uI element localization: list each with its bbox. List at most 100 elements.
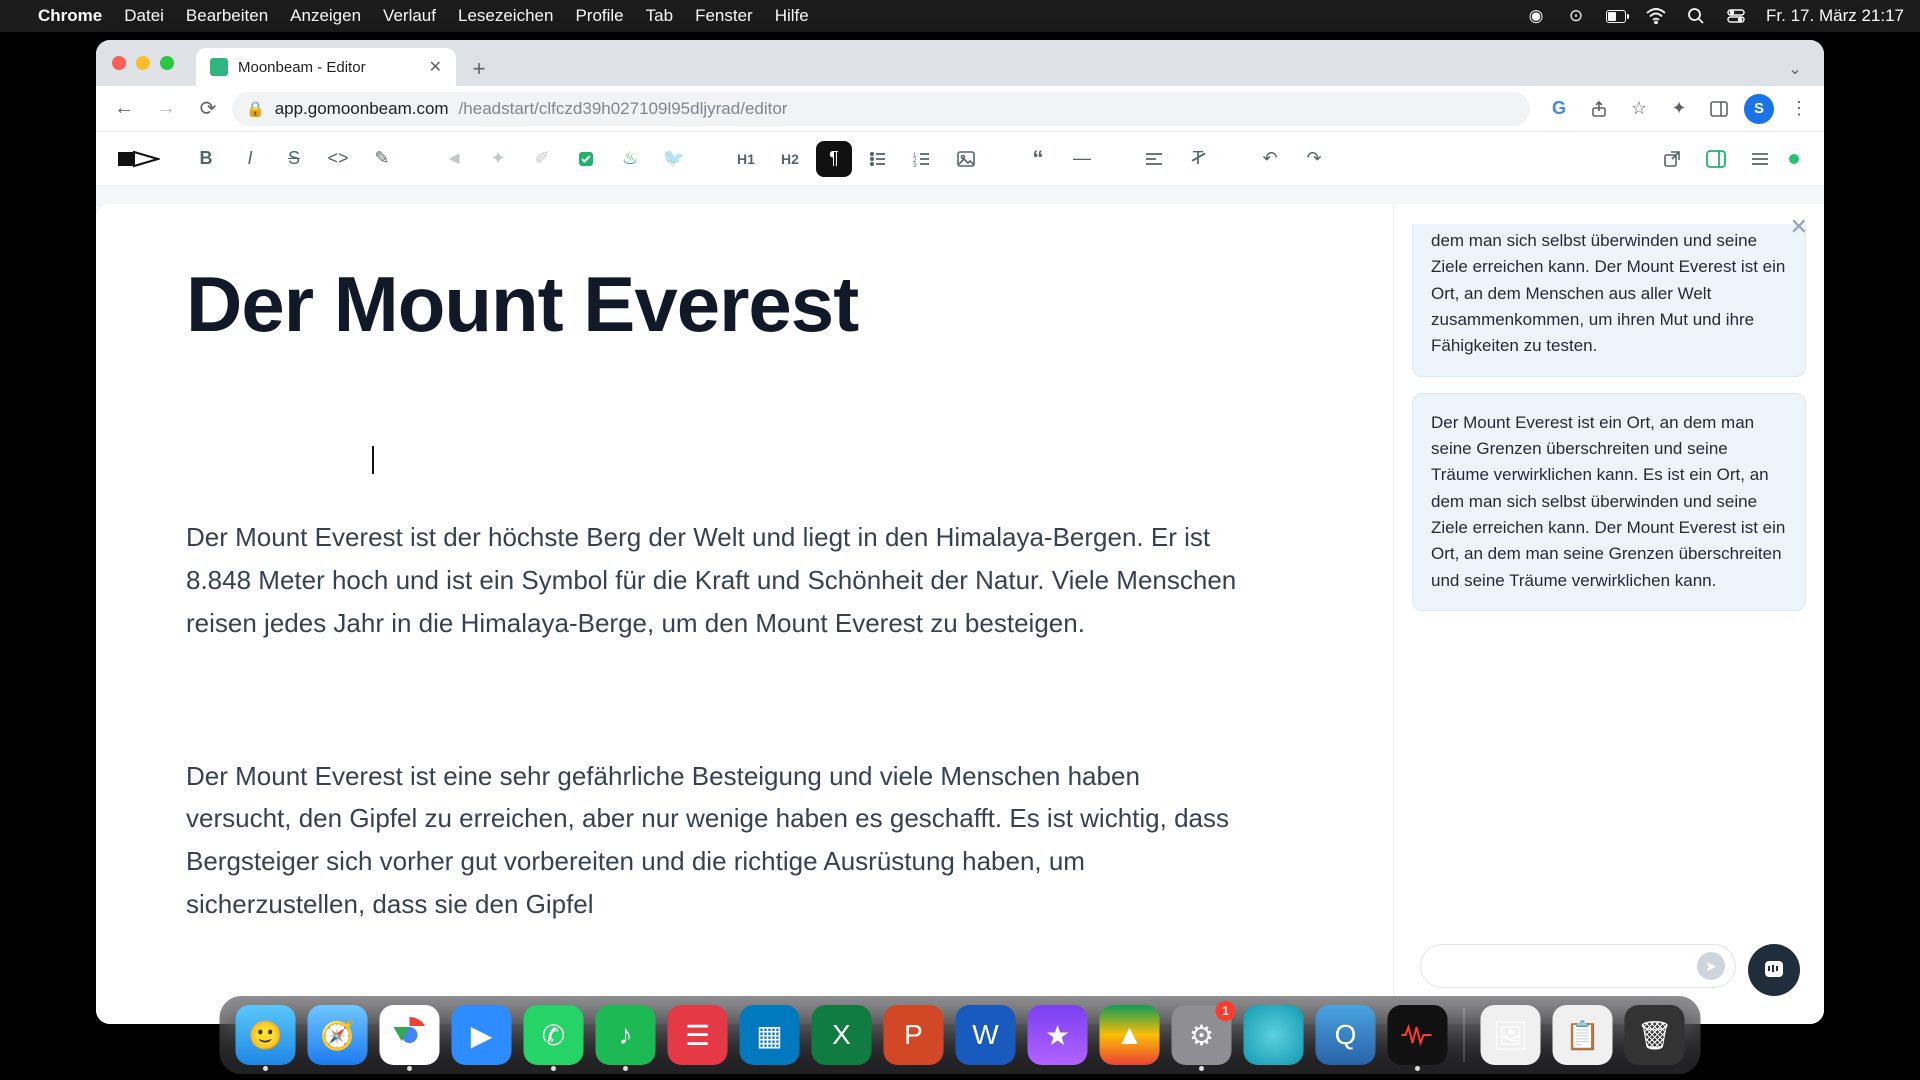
bullet-list-button[interactable] <box>860 141 896 177</box>
dock-excel[interactable]: X <box>812 1005 872 1065</box>
macos-dock: 🙂 🧭 ▶ ✆ ♪ ☰ ▦ X P W ★ ▲ ⚙1 Q 🖼 📋 🗑 <box>220 996 1701 1074</box>
dock-stickies[interactable]: 📋 <box>1553 1005 1613 1065</box>
wifi-icon[interactable] <box>1646 6 1666 26</box>
menubar-clock[interactable]: Fr. 17. März 21:17 <box>1766 6 1904 26</box>
quote-button[interactable]: “ <box>1020 141 1056 177</box>
address-bar-row: ← → ⟳ 🔒 app.gomoonbeam.com/headstart/clf… <box>96 86 1824 132</box>
document-paragraph-1[interactable]: Der Mount Everest ist der höchste Berg d… <box>186 516 1246 645</box>
window-minimize-button[interactable] <box>136 56 150 70</box>
ai-suggestion-2[interactable]: Der Mount Everest ist ein Ort, an dem ma… <box>1412 393 1806 611</box>
twitter-button[interactable]: 🐦 <box>656 141 692 177</box>
align-button[interactable] <box>1136 141 1172 177</box>
window-close-button[interactable] <box>112 56 126 70</box>
paragraph-button[interactable]: ¶ <box>816 141 852 177</box>
window-zoom-button[interactable] <box>160 56 174 70</box>
dock-finder[interactable]: 🙂 <box>236 1005 296 1065</box>
new-tab-button[interactable]: + <box>462 52 496 86</box>
spotlight-icon[interactable] <box>1686 6 1706 26</box>
document-editor[interactable]: Der Mount Everest Der Mount Everest ist … <box>96 204 1394 1024</box>
nav-forward-button[interactable]: → <box>148 91 184 127</box>
editor-toolbar: B I S <> ✎ ◄ ✦ ✐ ♨ 🐦 H1 H2 ¶ 123 “ — T <box>96 132 1824 186</box>
bookmark-star-icon[interactable]: ☆ <box>1624 94 1654 124</box>
clear-format-button[interactable]: T <box>1180 141 1216 177</box>
extensions-puzzle-icon[interactable]: ✦ <box>1664 94 1694 124</box>
dock-chrome[interactable] <box>380 1005 440 1065</box>
menu-tab[interactable]: Tab <box>646 6 673 26</box>
moonbeam-logo[interactable] <box>118 145 160 173</box>
menu-bearbeiten[interactable]: Bearbeiten <box>186 6 268 26</box>
ordered-list-button[interactable]: 123 <box>904 141 940 177</box>
url-path: /headstart/clfczd39h027109l95dljyrad/edi… <box>459 99 788 119</box>
dock-trello[interactable]: ▦ <box>740 1005 800 1065</box>
screen-record-icon[interactable]: ◉ <box>1526 6 1546 26</box>
image-button[interactable] <box>948 141 984 177</box>
italic-button[interactable]: I <box>232 141 268 177</box>
open-external-button[interactable] <box>1654 141 1690 177</box>
send-icon[interactable]: ➤ <box>1697 952 1725 980</box>
google-search-icon[interactable]: G <box>1544 94 1574 124</box>
dock-powerpoint[interactable]: P <box>884 1005 944 1065</box>
tabs-dropdown-icon[interactable]: ⌄ <box>1778 52 1812 86</box>
highlight-button[interactable]: ✎ <box>364 141 400 177</box>
outline-panel-button[interactable] <box>1742 141 1778 177</box>
ai-suggestion-1[interactable]: dem man sich selbst überwinden und seine… <box>1412 224 1806 377</box>
ai-check-button[interactable] <box>568 141 604 177</box>
dock-safari[interactable]: 🧭 <box>308 1005 368 1065</box>
window-controls <box>112 56 174 70</box>
sidepanel-icon[interactable] <box>1704 94 1734 124</box>
undo-button[interactable]: ↶ <box>1252 141 1288 177</box>
ai-flame-button[interactable]: ♨ <box>612 141 648 177</box>
h1-button[interactable]: H1 <box>728 141 764 177</box>
share-icon[interactable] <box>1584 94 1614 124</box>
dock-word[interactable]: W <box>956 1005 1016 1065</box>
intercom-chat-icon[interactable] <box>1748 944 1800 996</box>
battery-icon[interactable] <box>1606 6 1626 26</box>
dock-whatsapp[interactable]: ✆ <box>524 1005 584 1065</box>
menu-anzeigen[interactable]: Anzeigen <box>290 6 361 26</box>
menu-hilfe[interactable]: Hilfe <box>775 6 809 26</box>
menu-profile[interactable]: Profile <box>575 6 623 26</box>
play-status-icon[interactable]: ⊙ <box>1566 6 1586 26</box>
nav-back-button[interactable]: ← <box>106 91 142 127</box>
dock-trash[interactable]: 🗑 <box>1625 1005 1685 1065</box>
menu-lesezeichen[interactable]: Lesezeichen <box>458 6 553 26</box>
address-bar[interactable]: 🔒 app.gomoonbeam.com/headstart/clfczd39h… <box>232 92 1530 126</box>
redo-button[interactable]: ↷ <box>1296 141 1332 177</box>
app-menu[interactable]: Chrome <box>38 6 102 26</box>
document-title[interactable]: Der Mount Everest <box>186 264 1313 346</box>
ai-back-button[interactable]: ◄ <box>436 141 472 177</box>
strikethrough-button[interactable]: S <box>276 141 312 177</box>
dock-app-teal[interactable] <box>1244 1005 1304 1065</box>
dock-imovie[interactable]: ★ <box>1028 1005 1088 1065</box>
dock-spotify[interactable]: ♪ <box>596 1005 656 1065</box>
menu-fenster[interactable]: Fenster <box>695 6 753 26</box>
dock-preview[interactable]: 🖼 <box>1481 1005 1541 1065</box>
h2-button[interactable]: H2 <box>772 141 808 177</box>
tab-strip: Moonbeam - Editor ✕ + ⌄ <box>96 40 1824 86</box>
menu-datei[interactable]: Datei <box>124 6 164 26</box>
sidebar-close-icon[interactable]: ✕ <box>1790 214 1808 240</box>
document-paragraph-2[interactable]: Der Mount Everest ist eine sehr gefährli… <box>186 755 1246 927</box>
profile-avatar[interactable]: S <box>1744 94 1774 124</box>
tab-close-icon[interactable]: ✕ <box>429 57 442 77</box>
dock-todoist[interactable]: ☰ <box>668 1005 728 1065</box>
magic-wand-button[interactable]: ✦ <box>480 141 516 177</box>
url-host: app.gomoonbeam.com <box>275 99 449 119</box>
code-button[interactable]: <> <box>320 141 356 177</box>
dock-voicememos[interactable] <box>1388 1005 1448 1065</box>
browser-tab[interactable]: Moonbeam - Editor ✕ <box>196 48 456 86</box>
dock-googledrive[interactable]: ▲ <box>1100 1005 1160 1065</box>
ai-panel-button[interactable] <box>1698 141 1734 177</box>
dock-settings[interactable]: ⚙1 <box>1172 1005 1232 1065</box>
ai-chat-input[interactable]: ➤ <box>1420 944 1736 988</box>
bold-button[interactable]: B <box>188 141 224 177</box>
divider-button[interactable]: — <box>1064 141 1100 177</box>
nav-reload-button[interactable]: ⟳ <box>190 91 226 127</box>
ai-pen-button[interactable]: ✐ <box>524 141 560 177</box>
dock-zoom[interactable]: ▶ <box>452 1005 512 1065</box>
menu-verlauf[interactable]: Verlauf <box>383 6 436 26</box>
dock-quicktime[interactable]: Q <box>1316 1005 1376 1065</box>
chrome-menu-icon[interactable]: ⋮ <box>1784 94 1814 124</box>
ai-sidebar: ✕ dem man sich selbst überwinden und sei… <box>1394 204 1824 1024</box>
control-center-icon[interactable] <box>1726 6 1746 26</box>
